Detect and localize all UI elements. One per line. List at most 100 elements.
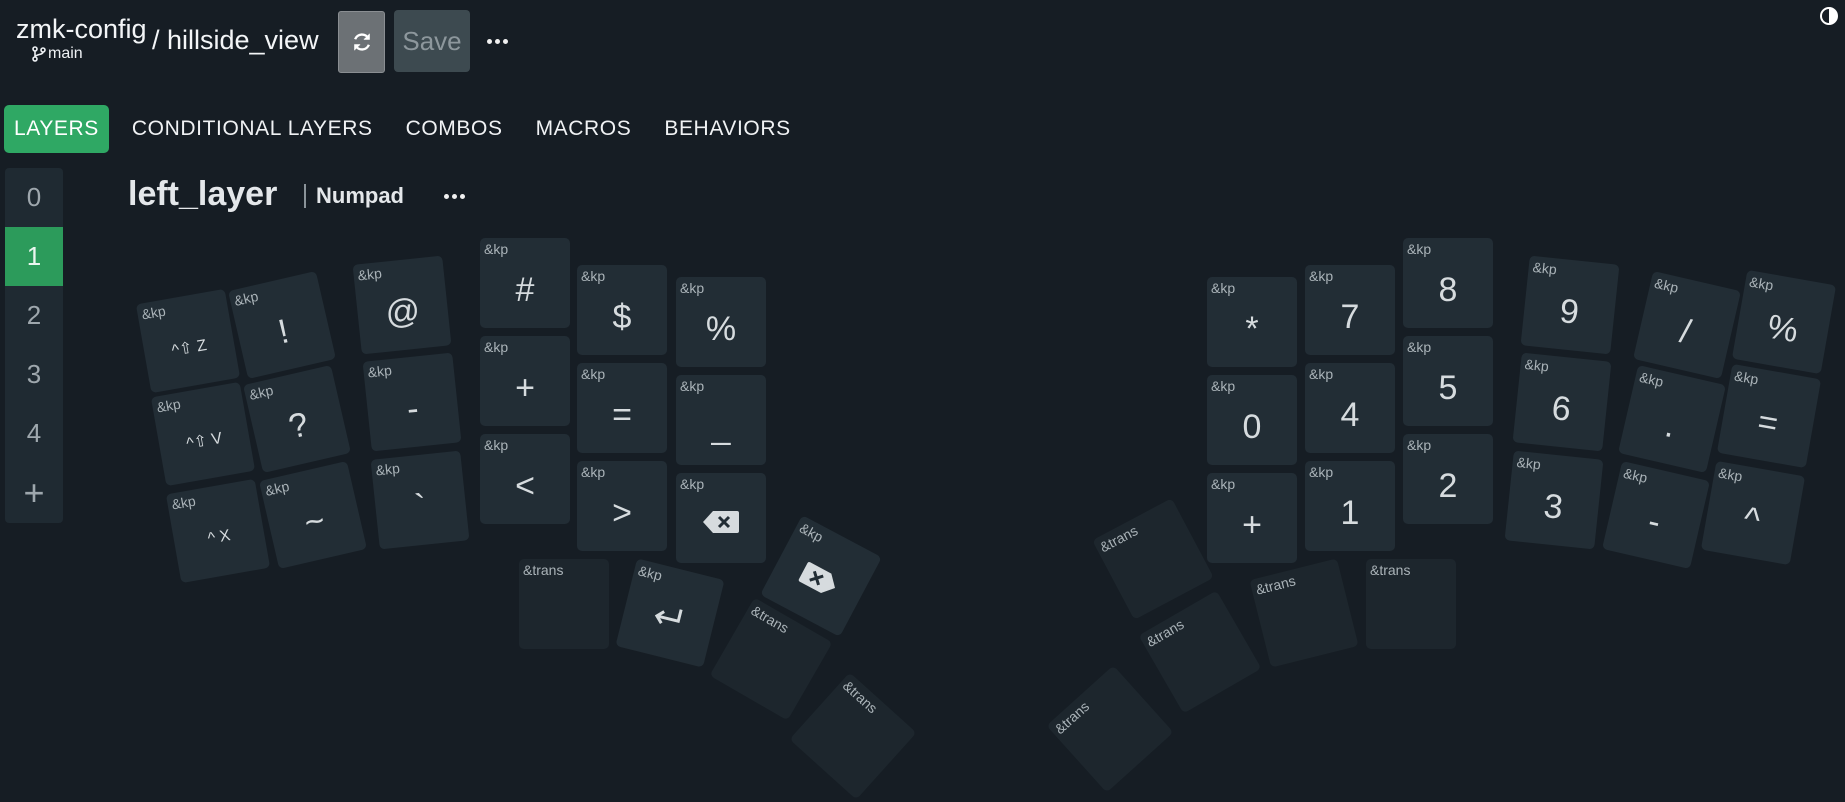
key-r14[interactable]: &kp 1 bbox=[1305, 461, 1395, 551]
key-r16[interactable]: &kp 3 bbox=[1504, 450, 1604, 550]
key-behavior: &kp bbox=[1523, 355, 1550, 375]
layer-item-1[interactable]: 1 bbox=[5, 227, 63, 286]
key-lt2[interactable]: &kp bbox=[615, 558, 725, 668]
save-button[interactable]: Save bbox=[394, 10, 470, 72]
tab-conditional-layers[interactable]: CONDITIONAL LAYERS bbox=[122, 105, 383, 153]
tab-behaviors[interactable]: BEHAVIORS bbox=[654, 105, 800, 153]
theme-toggle-icon[interactable] bbox=[1819, 6, 1839, 26]
layer-item-3[interactable]: 3 bbox=[5, 345, 63, 404]
key-l18[interactable]: &kp bbox=[676, 473, 766, 563]
key-rt4[interactable]: &trans bbox=[1138, 590, 1262, 714]
key-l1[interactable]: &kp ^⇧ Z bbox=[135, 288, 241, 394]
key-behavior: &kp bbox=[581, 268, 606, 284]
keyboard-name[interactable]: / hillside_view bbox=[152, 25, 319, 56]
key-behavior: &kp bbox=[247, 381, 275, 403]
app-header: zmk-config main / hillside_view Save bbox=[0, 0, 1845, 84]
key-lt5[interactable]: &trans bbox=[789, 672, 917, 800]
tab-macros[interactable]: MACROS bbox=[526, 105, 642, 153]
branch-selector[interactable]: main bbox=[32, 45, 83, 63]
key-label: 5 bbox=[1438, 368, 1458, 407]
key-l4[interactable]: &kp # bbox=[480, 238, 570, 328]
key-label: ` bbox=[413, 486, 429, 526]
key-l6[interactable]: &kp% bbox=[676, 277, 766, 367]
key-l2[interactable]: &kp! bbox=[228, 271, 336, 379]
key-label: / bbox=[1676, 311, 1695, 351]
key-r9[interactable]: &kp 5 bbox=[1403, 336, 1493, 426]
key-rt1[interactable]: &trans bbox=[1366, 559, 1456, 649]
key-label: + bbox=[1242, 505, 1262, 544]
key-r3[interactable]: &kp 8 bbox=[1403, 238, 1493, 328]
key-behavior: &kp bbox=[1211, 280, 1236, 296]
key-l10[interactable]: &kp + bbox=[480, 336, 570, 426]
key-behavior: &kp bbox=[1621, 464, 1650, 486]
layer-list: 0 1 2 3 4 + bbox=[5, 168, 63, 523]
key-l17[interactable]: &kp > bbox=[577, 461, 667, 551]
tab-layers[interactable]: LAYERS bbox=[4, 105, 109, 153]
add-layer-button[interactable]: + bbox=[5, 463, 63, 522]
key-lt1[interactable]: &trans bbox=[519, 559, 609, 649]
key-l7[interactable]: &kp ^⇧ V bbox=[150, 381, 256, 487]
layer-item-2[interactable]: 2 bbox=[5, 286, 63, 345]
key-label bbox=[1063, 683, 1167, 785]
key-label bbox=[715, 618, 821, 711]
key-label: @ bbox=[383, 290, 422, 333]
key-l8[interactable]: &kp? bbox=[243, 365, 351, 473]
key-r2[interactable]: &kp 7 bbox=[1305, 265, 1395, 355]
repo-name[interactable]: zmk-config bbox=[16, 14, 147, 44]
key-rt5[interactable]: &trans bbox=[1046, 665, 1174, 793]
key-behavior: &kp bbox=[680, 280, 705, 296]
key-behavior: &kp bbox=[155, 395, 182, 416]
more-menu-button[interactable] bbox=[484, 28, 510, 54]
key-r5[interactable]: &kp / bbox=[1633, 271, 1741, 379]
key-r15[interactable]: &kp 2 bbox=[1403, 434, 1493, 524]
key-l15[interactable]: &kp ` bbox=[370, 450, 470, 550]
layer-item-0[interactable]: 0 bbox=[5, 168, 63, 227]
git-branch-icon bbox=[32, 46, 46, 62]
key-r7[interactable]: &kp 0 bbox=[1207, 375, 1297, 465]
refresh-icon bbox=[353, 33, 370, 51]
key-l3[interactable]: &kp @ bbox=[352, 255, 452, 355]
key-behavior: &kp bbox=[232, 287, 260, 309]
key-l13[interactable]: &kp ^ X bbox=[165, 478, 271, 584]
key-behavior: &kp bbox=[484, 339, 509, 355]
key-behavior: &kp bbox=[484, 241, 509, 257]
key-l16[interactable]: &kp < bbox=[480, 434, 570, 524]
key-l11[interactable]: &kp = bbox=[577, 363, 667, 453]
key-behavior: &kp bbox=[1531, 258, 1558, 278]
key-l9[interactable]: &kp - bbox=[362, 352, 462, 452]
key-rt2[interactable]: &trans bbox=[1249, 558, 1359, 668]
key-r1[interactable]: &kp * bbox=[1207, 277, 1297, 367]
key-l12[interactable]: &kp _ bbox=[676, 375, 766, 465]
layer-tag: Numpad bbox=[304, 184, 404, 208]
key-l14[interactable]: &kp ~ bbox=[259, 461, 367, 569]
key-r6[interactable]: &kp% bbox=[1731, 269, 1837, 375]
tab-combos[interactable]: COMBOS bbox=[396, 105, 513, 153]
key-label: ^⇧ Z bbox=[170, 336, 209, 360]
key-label: - bbox=[1644, 501, 1665, 542]
key-label: ^ X bbox=[206, 527, 232, 548]
key-r11[interactable]: &kp. bbox=[1618, 365, 1726, 473]
key-r10[interactable]: &kp 6 bbox=[1512, 352, 1612, 452]
key-r8[interactable]: &kp 4 bbox=[1305, 363, 1395, 453]
key-r17[interactable]: &kp - bbox=[1602, 461, 1710, 569]
key-behavior: &kp bbox=[1309, 464, 1334, 480]
key-behavior: &kp bbox=[1748, 273, 1775, 294]
key-behavior: &kp bbox=[1407, 339, 1432, 355]
enter-icon bbox=[644, 596, 692, 644]
key-l5[interactable]: &kp $ bbox=[577, 265, 667, 355]
key-label: ^ bbox=[1740, 499, 1764, 540]
key-label: 8 bbox=[1438, 270, 1458, 309]
key-label: 6 bbox=[1549, 388, 1573, 429]
key-r4[interactable]: &kp 9 bbox=[1520, 255, 1620, 355]
layer-item-4[interactable]: 4 bbox=[5, 404, 63, 463]
key-label: = bbox=[612, 395, 632, 434]
key-r13[interactable]: &kp + bbox=[1207, 473, 1297, 563]
layer-more-button[interactable] bbox=[444, 190, 466, 202]
main-tabs: LAYERS CONDITIONAL LAYERS COMBOS MACROS … bbox=[4, 105, 814, 153]
refresh-button[interactable] bbox=[338, 11, 385, 73]
branch-name: main bbox=[48, 45, 83, 62]
key-label: = bbox=[1754, 401, 1781, 443]
key-r12[interactable]: &kp = bbox=[1716, 363, 1822, 469]
key-r18[interactable]: &kp ^ bbox=[1700, 460, 1806, 566]
layer-name[interactable]: left_layer bbox=[128, 175, 277, 214]
